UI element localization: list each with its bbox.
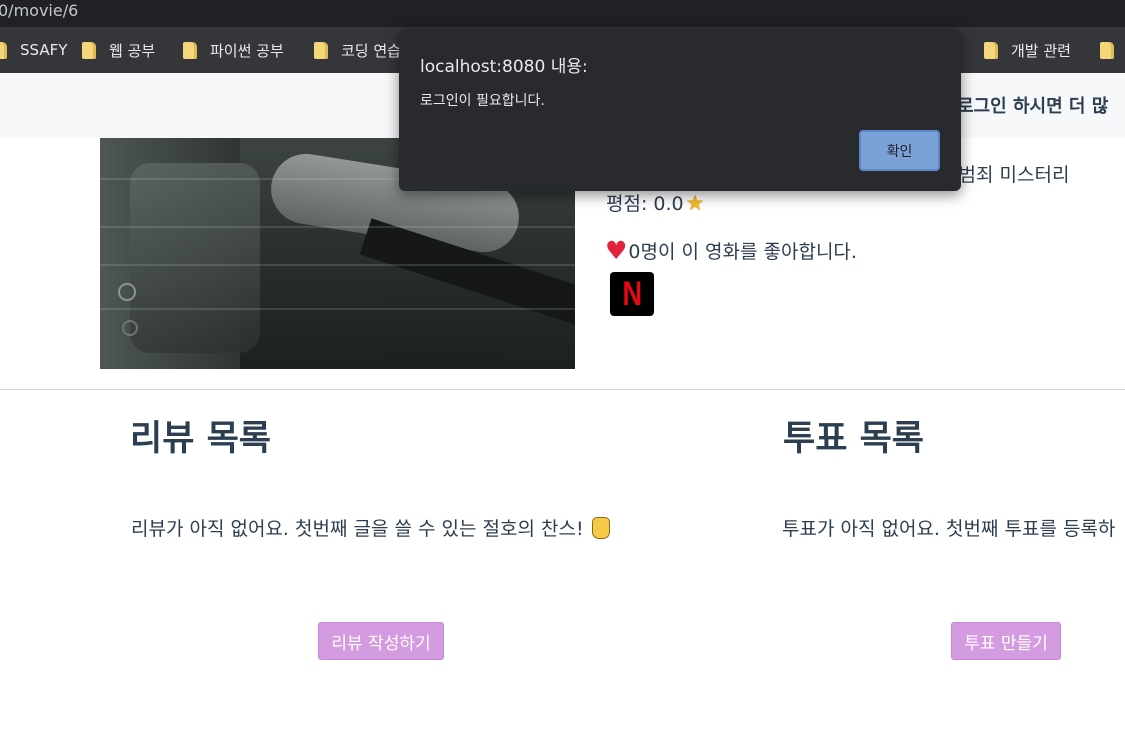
vote-list-title: 투표 목록	[783, 419, 924, 459]
folder-icon	[82, 41, 96, 59]
folder-icon	[183, 41, 197, 59]
vote-empty-message: 투표가 아직 없어요. 첫번째 투표를 등록하	[782, 518, 1116, 540]
folder-icon	[1100, 41, 1114, 59]
rating-label: 평점: 0.0	[606, 193, 684, 215]
star-icon: ★	[685, 190, 705, 215]
rock-hand-icon	[591, 517, 610, 539]
bookmark-more[interactable]	[1100, 27, 1125, 73]
netflix-icon[interactable]: N	[610, 272, 654, 316]
dialog-title: localhost:8080 내용:	[420, 57, 588, 77]
folder-icon	[984, 41, 998, 59]
bookmark-coding-practice[interactable]: 코딩 연습	[314, 27, 401, 73]
alert-dialog: localhost:8080 내용: 로그인이 필요합니다. 확인	[399, 29, 961, 191]
address-bar[interactable]: 0/movie/6	[0, 0, 1125, 27]
section-divider	[0, 389, 1125, 390]
dialog-ok-button[interactable]: 확인	[859, 130, 940, 171]
bookmark-ssafy[interactable]: SSAFY	[0, 27, 67, 73]
folder-icon	[314, 41, 328, 59]
likes-text: 0명이 이 영화를 좋아합니다.	[628, 241, 857, 263]
review-list-title: 리뷰 목록	[130, 419, 271, 459]
bookmark-label: 파이썬 공부	[210, 41, 284, 60]
bookmark-label: 개발 관련	[1011, 41, 1071, 60]
heart-icon[interactable]: ♥	[605, 238, 627, 263]
bookmark-python-study[interactable]: 파이썬 공부	[183, 27, 284, 73]
review-empty-message: 리뷰가 아직 없어요. 첫번째 글을 쓸 수 있는 절호의 찬스!	[131, 514, 610, 541]
url-text[interactable]: 0/movie/6	[0, 1, 78, 20]
bookmark-label: SSAFY	[20, 41, 68, 59]
dialog-message: 로그인이 필요합니다.	[420, 93, 545, 109]
review-empty-text: 리뷰가 아직 없어요. 첫번째 글을 쓸 수 있는 절호의 찬스!	[131, 518, 584, 540]
bookmark-label: 웹 공부	[109, 41, 156, 60]
folder-icon	[0, 41, 7, 59]
login-hint: 로그인 하시면 더 많	[957, 96, 1109, 117]
movie-likes: ♥ 0명이 이 영화를 좋아합니다.	[605, 237, 857, 264]
bookmark-label: 코딩 연습	[341, 41, 401, 60]
create-vote-button[interactable]: 투표 만들기	[951, 622, 1061, 660]
bookmark-web-study[interactable]: 웹 공부	[82, 27, 155, 73]
bookmark-dev-related[interactable]: 개발 관련	[984, 27, 1071, 73]
write-review-button[interactable]: 리뷰 작성하기	[318, 622, 444, 660]
netflix-logo-letter: N	[622, 274, 642, 313]
movie-rating: 평점: 0.0 ★	[606, 189, 704, 216]
